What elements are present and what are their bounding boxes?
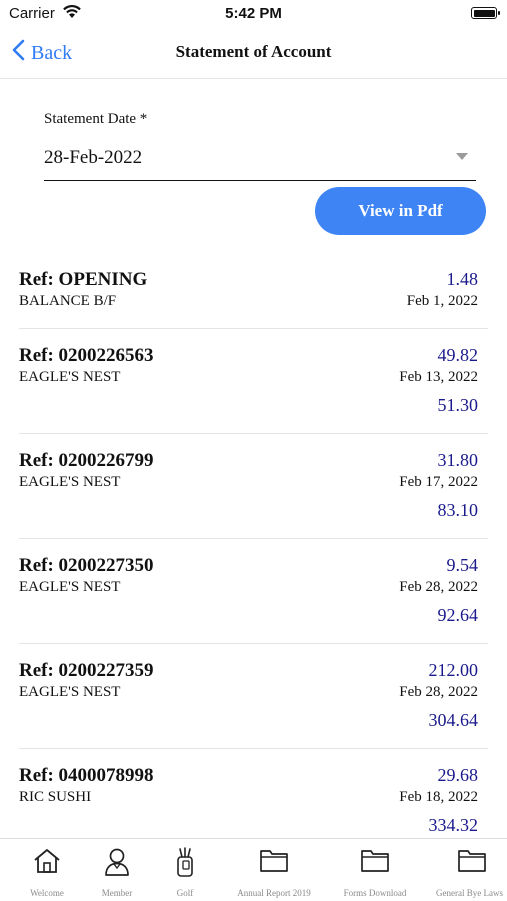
transaction-amount: 31.80 — [437, 450, 479, 470]
transaction-ref: Ref: 0200226563 — [19, 345, 154, 366]
statement-date-select[interactable]: 28-Feb-2022 — [44, 140, 476, 181]
transaction-ref: Ref: OPENING — [19, 269, 148, 290]
transaction-amount: 212.00 — [428, 660, 479, 680]
tab-general-bye-laws[interactable]: General Bye Laws — [432, 839, 507, 901]
list-item[interactable]: Ref: 0400078998 RIC SUSHI 29.68 Feb 18, … — [19, 749, 488, 838]
running-balance: 334.32 — [428, 815, 479, 835]
status-time: 5:42 PM — [225, 5, 282, 22]
list-item[interactable]: Ref: 0200226563 EAGLE'S NEST 49.82 Feb 1… — [19, 329, 488, 434]
list-item[interactable]: Ref: 0200227350 EAGLE'S NEST 9.54 Feb 28… — [19, 539, 488, 644]
transaction-date: Feb 17, 2022 — [399, 474, 478, 490]
page-title: Statement of Account — [175, 42, 332, 61]
home-icon — [32, 847, 62, 880]
transaction-date: Feb 13, 2022 — [399, 369, 478, 385]
folder-icon — [259, 847, 289, 878]
battery-icon — [471, 7, 500, 19]
transaction-ref: Ref: 0400078998 — [19, 765, 154, 786]
tab-label: Golf — [176, 888, 194, 898]
transaction-amount: 49.82 — [437, 345, 479, 365]
transaction-amount: 29.68 — [437, 765, 479, 785]
running-balance: 92.64 — [437, 605, 479, 625]
tab-label: General Bye Laws — [436, 888, 503, 898]
folder-icon — [360, 847, 390, 878]
transaction-ref: Ref: 0200227359 — [19, 660, 154, 681]
tab-label: Member — [101, 888, 133, 898]
transaction-date: Feb 28, 2022 — [399, 684, 478, 700]
transaction-list[interactable]: Ref: OPENING BALANCE B/F 1.48 Feb 1, 202… — [19, 262, 488, 838]
tab-label: Welcome — [30, 888, 64, 898]
person-icon — [103, 847, 131, 882]
transaction-amount: 9.54 — [446, 555, 479, 575]
tab-golf[interactable]: Golf — [156, 839, 214, 901]
transaction-description: BALANCE B/F — [19, 293, 117, 309]
transaction-amount: 1.48 — [446, 269, 479, 289]
transaction-description: EAGLE'S NEST — [19, 369, 121, 385]
tab-label: Forms Download — [343, 888, 407, 898]
running-balance: 83.10 — [437, 500, 479, 520]
tab-member[interactable]: Member — [88, 839, 146, 901]
transaction-ref: Ref: 0200226799 — [19, 450, 154, 471]
transaction-description: EAGLE'S NEST — [19, 684, 121, 700]
transaction-description: EAGLE'S NEST — [19, 474, 121, 490]
navigation-bar: Back Statement of Account — [0, 30, 507, 79]
view-pdf-button[interactable]: View in Pdf — [315, 187, 486, 235]
golf-bag-icon — [173, 847, 197, 884]
running-balance: 51.30 — [437, 395, 479, 415]
tab-label: Annual Report 2019 — [237, 888, 311, 898]
folder-icon — [457, 847, 487, 878]
statement-date-value: 28-Feb-2022 — [44, 147, 143, 168]
statement-date-label: Statement Date * — [44, 111, 148, 127]
transaction-description: RIC SUSHI — [19, 789, 92, 805]
list-item[interactable]: Ref: OPENING BALANCE B/F 1.48 Feb 1, 202… — [19, 262, 488, 329]
transaction-date: Feb 18, 2022 — [399, 789, 478, 805]
transaction-date: Feb 28, 2022 — [399, 579, 478, 595]
list-item[interactable]: Ref: 0200227359 EAGLE'S NEST 212.00 Feb … — [19, 644, 488, 749]
tab-annual-report[interactable]: Annual Report 2019 — [228, 839, 320, 901]
transaction-description: EAGLE'S NEST — [19, 579, 121, 595]
running-balance: 304.64 — [428, 710, 479, 730]
list-item[interactable]: Ref: 0200226799 EAGLE'S NEST 31.80 Feb 1… — [19, 434, 488, 539]
transaction-date: Feb 1, 2022 — [406, 293, 478, 309]
tab-welcome[interactable]: Welcome — [18, 839, 76, 901]
tab-forms-download[interactable]: Forms Download — [330, 839, 420, 901]
tab-bar: Welcome Member Golf Annual Report 2019 F… — [0, 838, 507, 901]
dropdown-arrow-icon — [456, 153, 468, 160]
transaction-ref: Ref: 0200227350 — [19, 555, 154, 576]
status-bar: Carrier 5:42 PM — [0, 0, 507, 30]
